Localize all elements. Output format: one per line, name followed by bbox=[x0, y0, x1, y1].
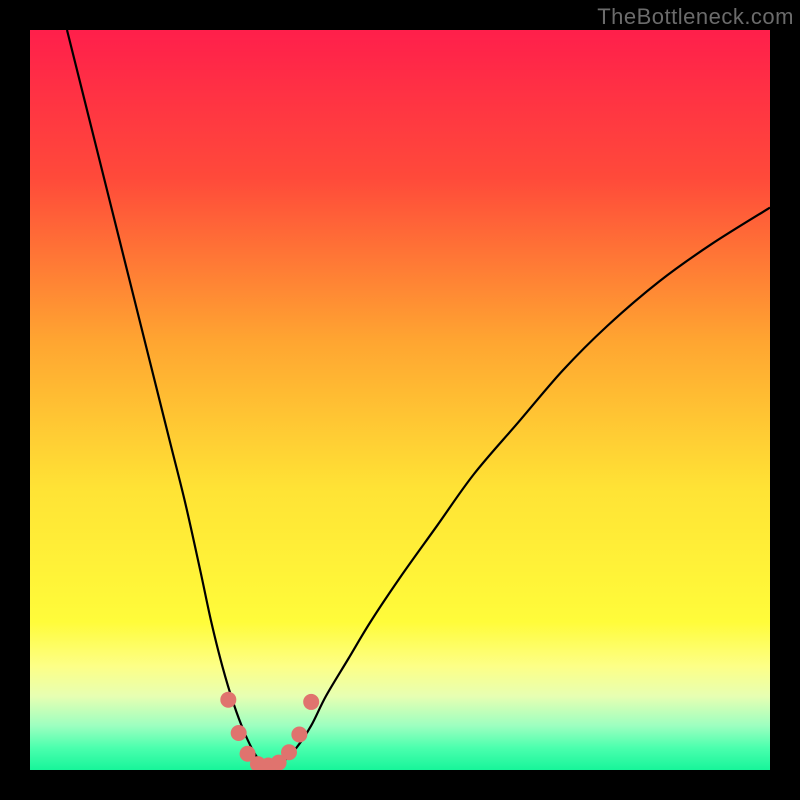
curve-layer bbox=[30, 30, 770, 770]
bottleneck-dots bbox=[220, 692, 319, 770]
watermark-text: TheBottleneck.com bbox=[597, 4, 794, 30]
bottleneck-curve bbox=[67, 30, 770, 766]
bottleneck-dot bbox=[220, 692, 236, 708]
chart-frame: TheBottleneck.com bbox=[0, 0, 800, 800]
bottleneck-dot bbox=[281, 744, 297, 760]
bottleneck-dot bbox=[291, 726, 307, 742]
bottleneck-dot bbox=[303, 694, 319, 710]
plot-area bbox=[30, 30, 770, 770]
bottleneck-dot bbox=[231, 725, 247, 741]
